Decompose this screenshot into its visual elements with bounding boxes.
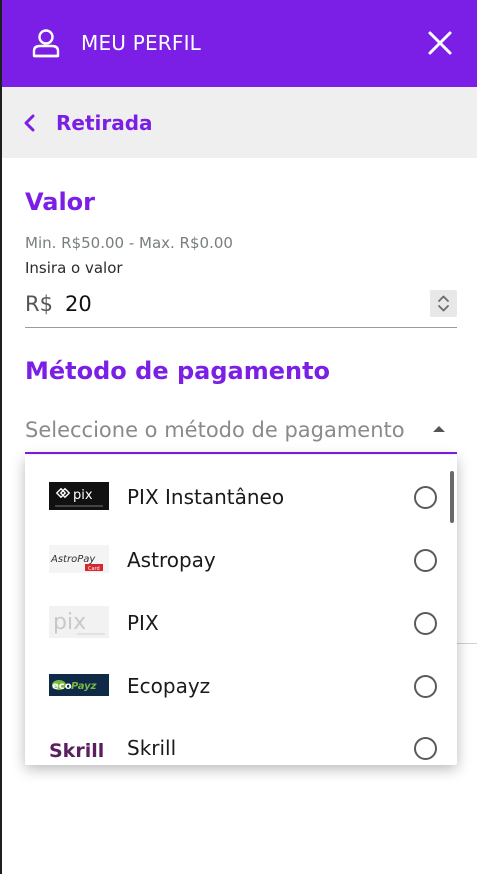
payment-option-pix[interactable]: pix PIX xyxy=(25,592,457,655)
payment-method-select[interactable]: Seleccione o método de pagamento xyxy=(25,408,457,454)
currency-label: R$ xyxy=(25,292,53,316)
payment-method-title: Método de pagamento xyxy=(25,357,331,385)
payment-option-ecopayz[interactable]: eco Payz Ecopayz xyxy=(25,655,457,718)
svg-text:eco: eco xyxy=(52,681,72,692)
select-placeholder: Seleccione o método de pagamento xyxy=(25,418,405,442)
chevron-left-icon xyxy=(24,114,35,132)
option-label: Skrill xyxy=(127,736,177,760)
astropay-logo: AstroPay Card xyxy=(49,545,109,573)
option-radio[interactable] xyxy=(414,486,437,509)
svg-text:AstroPay: AstroPay xyxy=(50,554,96,565)
option-radio[interactable] xyxy=(414,675,437,698)
header-title: MEU PERFIL xyxy=(81,31,202,55)
pix-instant-logo: pix xyxy=(49,482,109,510)
amount-input[interactable] xyxy=(65,288,405,320)
amount-range: Min. R$50.00 - Max. R$0.00 xyxy=(25,234,233,252)
payment-option-skrill[interactable]: Skrill Skrill xyxy=(25,717,457,765)
option-radio[interactable] xyxy=(414,612,437,635)
amount-hint: Insira o valor xyxy=(25,259,123,277)
option-label: PIX xyxy=(127,611,159,635)
payment-option-astropay[interactable]: AstroPay Card Astropay xyxy=(25,529,457,592)
skrill-logo: Skrill xyxy=(49,740,104,762)
user-icon xyxy=(32,29,60,58)
divider xyxy=(457,643,477,644)
option-radio[interactable] xyxy=(414,737,437,760)
option-label: Astropay xyxy=(127,548,216,572)
svg-text:Payz: Payz xyxy=(71,681,97,692)
panel-border xyxy=(0,158,2,874)
profile-panel: MEU PERFIL Retirada Valor Min. R$50.00 -… xyxy=(0,0,477,874)
amount-field: R$ xyxy=(25,284,457,328)
back-label: Retirada xyxy=(56,111,153,135)
svg-text:pix: pix xyxy=(73,488,93,503)
pix-logo: pix xyxy=(49,606,109,638)
ecopayz-logo: eco Payz xyxy=(49,674,109,696)
payment-option-pix-instantaneo[interactable]: pix PIX Instantâneo xyxy=(25,466,457,529)
number-spinner-icon[interactable] xyxy=(430,290,457,317)
payment-method-dropdown: pix PIX Instantâneo AstroPay Card Astrop… xyxy=(25,455,457,765)
valor-title: Valor xyxy=(25,188,96,216)
option-label: PIX Instantâneo xyxy=(127,485,285,509)
option-radio[interactable] xyxy=(414,549,437,572)
svg-text:Card: Card xyxy=(88,566,100,572)
close-icon[interactable] xyxy=(426,29,454,57)
option-label: Ecopayz xyxy=(127,674,211,698)
subheader-bar: Retirada xyxy=(0,87,477,158)
header-bar: MEU PERFIL xyxy=(0,0,477,87)
caret-up-icon xyxy=(433,426,445,432)
svg-text:Skrill: Skrill xyxy=(49,740,104,762)
svg-text:pix: pix xyxy=(53,610,86,635)
back-button[interactable]: Retirada xyxy=(22,111,153,135)
